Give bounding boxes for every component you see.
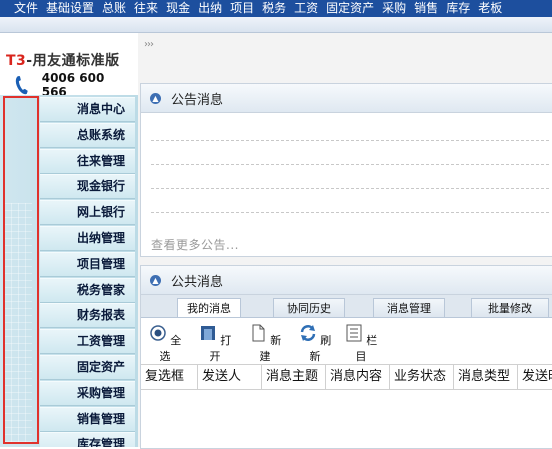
- brand-area: T3-用友通标准版 4006 600 566: [0, 33, 138, 99]
- announcement-panel: ▲ 公告消息 查看更多公告...: [140, 83, 552, 257]
- divider: [151, 188, 549, 189]
- message-tabs: 我的消息 协同历史 消息管理 批量修改: [141, 295, 552, 318]
- public-panel: ▲ 公共消息 我的消息 协同历史 消息管理 批量修改 全选 打开 新建 刷新 栏…: [140, 265, 552, 449]
- public-header: ▲ 公共消息: [141, 266, 552, 295]
- column-header-content[interactable]: 消息内容: [326, 365, 390, 389]
- menu-item[interactable]: 税务: [258, 0, 290, 17]
- nav-item[interactable]: 现金银行: [40, 174, 135, 200]
- tab-my-messages[interactable]: 我的消息: [177, 298, 241, 317]
- open-button[interactable]: 打开: [195, 324, 235, 364]
- highlight-frame: [3, 96, 39, 444]
- menu-item[interactable]: 总账: [98, 0, 130, 17]
- nav-item[interactable]: 消息中心: [40, 97, 135, 122]
- select-all-button[interactable]: 全选: [145, 324, 185, 364]
- menu-item[interactable]: 工资: [290, 0, 322, 17]
- refresh-button[interactable]: 刷新: [295, 324, 335, 364]
- column-header-status[interactable]: 业务状态: [390, 365, 454, 389]
- menu-bar: 文件 基础设置 总账 往来 现金 出纳 项目 税务 工资 固定资产 采购 销售 库存 老板: [0, 0, 552, 17]
- refresh-icon: [300, 325, 315, 341]
- brand-name: -用友通标准版: [26, 53, 120, 69]
- menu-item[interactable]: 往来: [130, 0, 162, 17]
- nav-item[interactable]: 工资管理: [40, 329, 135, 355]
- menu-item[interactable]: 出纳: [194, 0, 226, 17]
- column-header-type[interactable]: 消息类型: [454, 365, 518, 389]
- tab-batch-edit[interactable]: 批量修改: [471, 298, 549, 317]
- menu-item[interactable]: 现金: [162, 0, 194, 17]
- new-document-icon: [252, 324, 265, 342]
- nav-item[interactable]: 固定资产: [40, 355, 135, 380]
- columns-button[interactable]: 栏目: [341, 324, 381, 364]
- menu-item[interactable]: 销售: [410, 0, 442, 17]
- menu-item[interactable]: 采购: [378, 0, 410, 17]
- nav-item[interactable]: 项目管理: [40, 251, 135, 277]
- nav-item[interactable]: 往来管理: [40, 148, 135, 174]
- menu-item[interactable]: 库存: [442, 0, 474, 17]
- new-button[interactable]: 新建: [245, 324, 285, 364]
- nav-item[interactable]: 总账系统: [40, 122, 135, 148]
- tab-message-management[interactable]: 消息管理: [373, 298, 445, 317]
- column-header-send-time[interactable]: 发送时间: [518, 365, 552, 389]
- list-icon: [346, 324, 362, 342]
- left-navigation: 消息中心 总账系统 往来管理 现金银行 网上银行 出纳管理 项目管理 税务管家 财务报表 工资管理…: [0, 95, 138, 447]
- nav-item[interactable]: 网上银行: [40, 200, 135, 226]
- column-header-subject[interactable]: 消息主题: [262, 365, 326, 389]
- right-content: ››› ▲ 公告消息 查看更多公告... ▲ 公共消息 我的消息 协同历史 消息…: [138, 33, 552, 449]
- announcement-title: 公告消息: [171, 92, 224, 108]
- divider: [151, 164, 549, 165]
- collapse-icon[interactable]: ▲: [150, 274, 161, 286]
- top-strip: [0, 17, 552, 33]
- collapse-icon[interactable]: ▲: [150, 92, 161, 104]
- nav-item[interactable]: 库存管理: [40, 432, 135, 447]
- nav-item[interactable]: 采购管理: [40, 380, 135, 406]
- radio-icon: [150, 325, 166, 341]
- brand-title: T3-用友通标准版: [6, 50, 120, 70]
- more-announcements-link[interactable]: 查看更多公告...: [151, 236, 239, 253]
- column-header-sender[interactable]: 发送人: [198, 365, 262, 389]
- brand-prefix: T3: [6, 53, 27, 69]
- nav-item[interactable]: 税务管家: [40, 277, 135, 303]
- nav-item[interactable]: 销售管理: [40, 406, 135, 432]
- menu-item[interactable]: 固定资产: [322, 0, 378, 17]
- column-header-checkbox[interactable]: 复选框: [141, 365, 198, 389]
- nav-item[interactable]: 出纳管理: [40, 226, 135, 251]
- divider: [151, 140, 549, 141]
- open-icon: [200, 326, 215, 340]
- menu-item[interactable]: 项目: [226, 0, 258, 17]
- menu-item[interactable]: 文件: [0, 0, 42, 17]
- phone-icon: [15, 76, 28, 95]
- tab-collab-history[interactable]: 协同历史: [273, 298, 345, 317]
- collapse-toggle[interactable]: ›››: [144, 39, 154, 50]
- announcement-header: ▲ 公告消息: [141, 84, 552, 113]
- public-title: 公共消息: [171, 274, 224, 290]
- message-table-header: 复选框 发送人 消息主题 消息内容 业务状态 消息类型 发送时间: [141, 364, 552, 390]
- nav-item[interactable]: 财务报表: [40, 303, 135, 329]
- menu-item[interactable]: 基础设置: [42, 0, 98, 17]
- brand-phone: 4006 600 566: [14, 71, 132, 99]
- menu-item[interactable]: 老板: [474, 0, 506, 17]
- message-toolbar: 全选 打开 新建 刷新 栏目: [141, 318, 552, 364]
- divider: [151, 212, 549, 213]
